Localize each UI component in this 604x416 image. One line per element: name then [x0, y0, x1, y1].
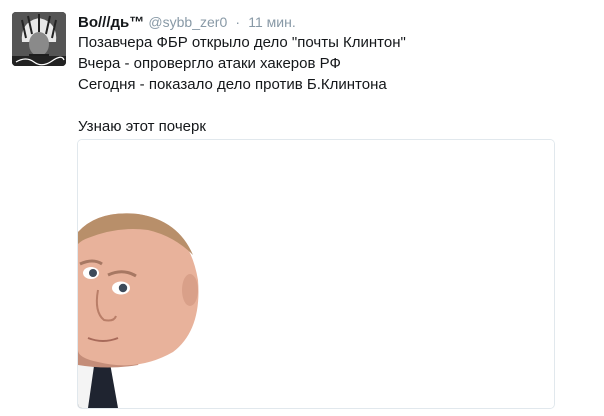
timestamp[interactable]: 11 мин. [248, 14, 296, 30]
separator-dot: · [235, 14, 241, 30]
tweet-line-5: Узнаю этот почерк [78, 118, 206, 135]
avatar[interactable] [12, 12, 66, 66]
tweet-media[interactable] [77, 139, 555, 409]
display-name[interactable]: Во///дь™ [78, 14, 144, 31]
avatar-image [12, 12, 66, 66]
tweet-line-1: Позавчера ФБР открыло дело "почты Клинто… [78, 34, 406, 51]
tweet-header: Во///дь™ @sybb_zer0 · 11 мин. [78, 12, 296, 33]
tweet-line-2: Вчера - опровергло атаки хакеров РФ [78, 55, 341, 72]
user-handle[interactable]: @sybb_zer0 [148, 14, 227, 30]
tweet-line-3: Сегодня - показало дело против Б.Клинтон… [78, 76, 387, 93]
tweet-text: Позавчера ФБР открыло дело "почты Клинто… [78, 32, 406, 137]
tweet: Во///дь™ @sybb_zer0 · 11 мин. Позавчера … [0, 0, 604, 416]
peeking-man-photo [78, 140, 554, 408]
